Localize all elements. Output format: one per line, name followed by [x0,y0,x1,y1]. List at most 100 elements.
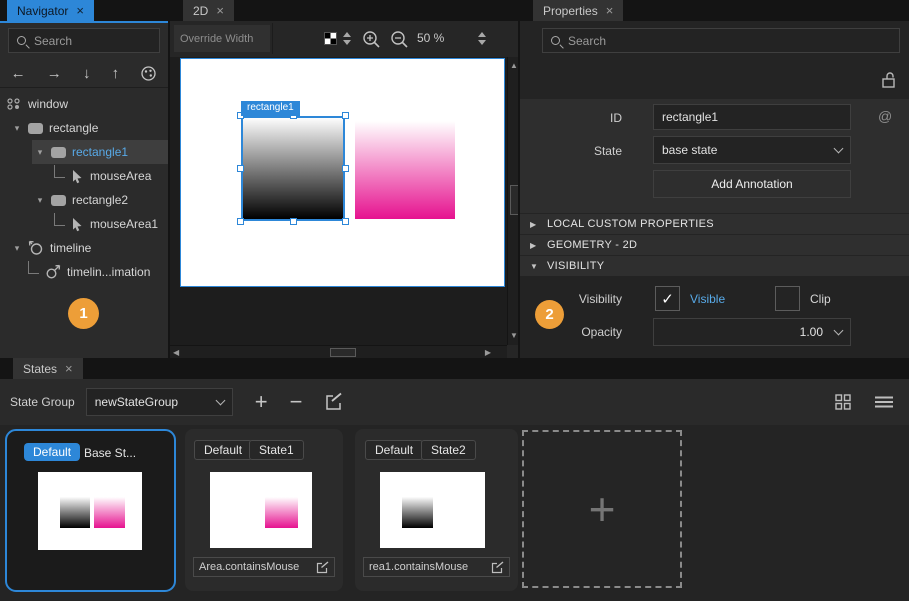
close-icon[interactable]: × [606,3,614,18]
state-thumbnail[interactable] [38,472,142,550]
tree-item-label: rectangle1 [72,145,128,159]
remove-state-group-button[interactable]: − [290,389,303,415]
design-canvas[interactable]: rectangle1 [180,58,505,287]
tab-2d[interactable]: 2D × [183,0,234,21]
visible-checkbox[interactable]: ✓ [655,286,680,311]
active-panel-underline [0,21,168,23]
tree-item-mousearea[interactable]: mouseArea [0,164,168,188]
default-state-pill[interactable]: Default [24,443,80,461]
tree-item-timeline[interactable]: ▾ timeline [0,236,168,260]
canvas-rectangle2[interactable] [355,121,455,219]
badge-number: 2 [545,306,553,323]
move-down-icon[interactable]: ↓ [83,65,91,82]
canvas-rectangle1[interactable]: rectangle1 [243,118,343,219]
chevron-down-icon[interactable] [834,326,844,336]
add-state-plus-icon: + [589,486,616,532]
opacity-label: Opacity [520,325,622,339]
state-label: State [520,144,622,158]
states-panel: States × State Group newStateGroup + − D… [0,358,909,601]
opacity-field[interactable]: 1.00 [653,318,851,346]
state-card-base[interactable]: Default Base St... [5,429,176,592]
tab-states[interactable]: States × [13,358,83,379]
zoom-in-icon[interactable] [362,30,381,49]
tree-item-mousearea1[interactable]: mouseArea1 [0,212,168,236]
selection-handle[interactable] [237,165,244,172]
badge-number: 1 [79,305,87,322]
close-icon[interactable]: × [216,3,224,18]
zoom-out-icon[interactable] [390,30,409,49]
tree-item-rectangle2[interactable]: ▾ rectangle2 [0,188,168,212]
state-value: base state [662,143,717,157]
tree-item-label: timelin...imation [67,265,150,279]
swatch-stepper[interactable] [343,32,351,45]
properties-panel: Properties × Search ID rectangle1 @ Stat… [518,0,909,358]
tab-navigator[interactable]: Navigator × [7,0,94,21]
tree-item-rectangle1[interactable]: ▾ rectangle1 [32,140,168,164]
canvas-viewport[interactable]: rectangle1 [170,57,507,345]
add-state-placeholder[interactable]: + [522,430,682,588]
selection-handle[interactable] [290,218,297,225]
expander-icon[interactable]: ▾ [35,147,45,158]
section-label: VISIBILITY [547,260,604,272]
tree-item-window[interactable]: window [0,92,168,116]
properties-search-input[interactable]: Search [542,28,900,53]
selection-handle[interactable] [237,218,244,225]
state-dropdown[interactable]: base state [653,136,851,164]
grid-view-icon[interactable] [834,393,852,411]
selection-handle[interactable] [342,165,349,172]
list-view-icon[interactable] [874,394,894,410]
zoom-level-value[interactable]: 50 % [417,31,444,45]
close-icon[interactable]: × [76,3,84,18]
navigator-search-input[interactable]: Search [8,28,160,53]
when-condition-field[interactable]: rea1.containsMouse [363,557,510,577]
section-geometry-2d[interactable]: ▶ GEOMETRY - 2D [520,234,909,255]
move-right-icon[interactable]: → [47,65,62,82]
expander-icon[interactable]: ▾ [12,243,22,254]
move-left-icon[interactable]: ← [11,65,26,82]
selection-handle[interactable] [342,218,349,225]
state-thumbnail[interactable] [380,472,485,548]
thumb-rectangle1 [60,497,90,528]
expander-icon[interactable]: ▾ [35,195,45,206]
edit-state-group-icon[interactable] [324,392,344,412]
move-up-icon[interactable]: ↑ [112,65,120,82]
zoom-stepper[interactable] [478,32,486,45]
state-card-state1[interactable]: Default State1 Area.containsMouse [185,429,343,591]
when-condition-field[interactable]: Area.containsMouse [193,557,335,577]
add-annotation-button[interactable]: Add Annotation [653,170,851,198]
item-header-block: ID rectangle1 @ State base state Add Ann… [520,99,909,213]
state-thumbnail[interactable] [210,472,312,548]
close-icon[interactable]: × [65,361,73,376]
add-state-group-button[interactable]: + [255,389,268,415]
section-visibility[interactable]: ▼ VISIBILITY [520,255,909,276]
lock-icon[interactable] [881,71,898,89]
tree-item-timeline-animation[interactable]: timelin...imation [0,260,168,284]
state-name[interactable]: State2 [421,440,476,460]
tab-properties[interactable]: Properties × [533,0,623,21]
visibility-label: Visibility [520,292,622,306]
tree-item-rectangle[interactable]: ▾ rectangle [0,116,168,140]
horizontal-scrollbar[interactable]: ◀ ▶ [170,345,507,358]
state-name[interactable]: State1 [249,440,304,460]
selection-handle[interactable] [342,112,349,119]
default-state-chip[interactable]: Default [194,440,252,460]
edit-condition-icon[interactable] [316,561,329,574]
section-local-custom-properties[interactable]: ▶ LOCAL CUSTOM PROPERTIES [520,213,909,234]
palette-icon[interactable] [140,65,157,82]
scrollbar-thumb[interactable] [330,348,356,357]
default-state-chip[interactable]: Default [365,440,423,460]
expander-icon[interactable]: ▾ [12,123,22,134]
tab-states-label: States [23,362,57,376]
at-icon[interactable]: @ [878,108,892,124]
id-field[interactable]: rectangle1 [653,104,851,130]
states-toolbar: State Group newStateGroup + − [0,379,909,425]
state-group-dropdown[interactable]: newStateGroup [86,388,233,416]
edit-condition-icon[interactable] [491,561,504,574]
background-color-swatch[interactable] [324,32,337,45]
clip-checkbox[interactable] [775,286,800,311]
state-name[interactable]: Base St... [84,446,136,460]
search-placeholder: Search [34,34,72,48]
mouse-cursor-icon [71,169,84,184]
override-width-input[interactable]: Override Width [174,25,270,52]
state-card-state2[interactable]: Default State2 rea1.containsMouse [355,429,518,591]
